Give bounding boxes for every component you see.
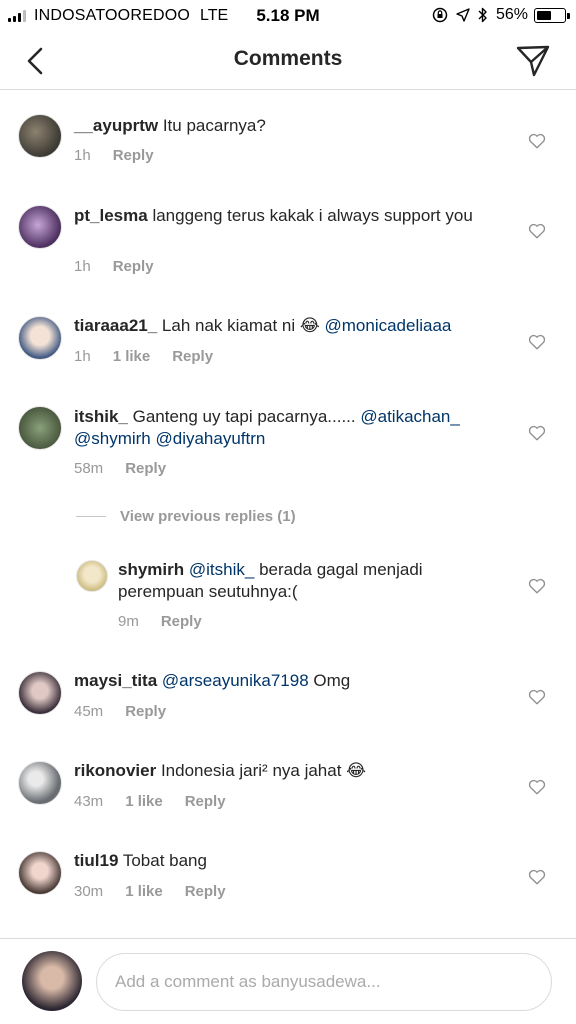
comment-item: pt_lesma langgeng terus kakak i always s… xyxy=(0,178,576,288)
comment-time: 58m xyxy=(74,460,104,477)
heart-icon[interactable] xyxy=(528,577,546,595)
reply-button[interactable]: Reply xyxy=(185,883,226,900)
comment-body: Ganteng uy tapi pacarnya...... xyxy=(132,407,356,426)
comment-body: Indonesia jari² nya jahat 😂 xyxy=(160,761,367,780)
comment-time: 30m xyxy=(74,883,104,900)
comment-time: 1h xyxy=(74,348,91,365)
comment-item: rikonovier Indonesia jari² nya jahat 😂 4… xyxy=(0,740,576,830)
comment-composer xyxy=(0,938,576,1024)
comment-username[interactable]: maysi_tita xyxy=(74,671,157,690)
comment-item: tiaraaa21_ Lah nak kiamat ni 😂 @monicade… xyxy=(0,288,576,378)
comment-item: tiul19 Tobat bang 30m 1 like Reply xyxy=(0,830,576,930)
paper-plane-icon xyxy=(516,45,550,77)
heart-icon[interactable] xyxy=(528,868,546,886)
comment-meta: 1h Reply xyxy=(74,147,176,164)
comment-input[interactable] xyxy=(96,953,552,1011)
comment-mention[interactable]: @monicadeliaaa xyxy=(325,316,452,335)
header: Comments xyxy=(0,32,576,90)
comment-body: Tobat bang xyxy=(122,851,207,870)
comment-text: __ayuprtw Itu pacarnya? xyxy=(74,115,494,137)
reply-button[interactable]: Reply xyxy=(113,147,154,164)
heart-icon[interactable] xyxy=(528,688,546,706)
comment-mention[interactable]: @arseayunika7198 xyxy=(162,671,309,690)
comment-text: shymirh @itshik_ berada gagal menjadi pe… xyxy=(118,559,478,603)
battery-icon xyxy=(534,7,570,23)
comment-username[interactable]: tiaraaa21_ xyxy=(74,316,157,335)
comment-username[interactable]: shymirh xyxy=(118,560,184,579)
comment-item: itshik_ Ganteng uy tapi pacarnya...... @… xyxy=(0,378,576,488)
avatar[interactable] xyxy=(18,761,62,805)
comment-meta: 1h Reply xyxy=(74,258,176,275)
comment-item: maysi_tita @arseayunika7198 Omg 45m Repl… xyxy=(0,650,576,740)
comment-text: tiaraaa21_ Lah nak kiamat ni 😂 @monicade… xyxy=(74,315,494,337)
heart-icon[interactable] xyxy=(528,424,546,442)
battery-percent: 56% xyxy=(495,6,528,23)
comment-username[interactable]: pt_lesma xyxy=(74,206,148,225)
comment-time: 1h xyxy=(74,147,91,164)
view-previous-label[interactable]: View previous replies (1) xyxy=(120,508,296,525)
avatar[interactable] xyxy=(18,114,62,158)
comment-text: rikonovier Indonesia jari² nya jahat 😂 xyxy=(74,760,494,782)
comment-item: __ayuprtw Itu pacarnya? 1h Reply xyxy=(0,90,576,178)
reply-button[interactable]: Reply xyxy=(172,348,213,365)
avatar[interactable] xyxy=(18,205,62,249)
comment-time: 45m xyxy=(74,703,104,720)
comment-meta: 43m 1 like Reply xyxy=(74,793,248,810)
comment-time: 1h xyxy=(74,258,91,275)
comment-username[interactable]: __ayuprtw xyxy=(74,116,158,135)
reply-comment-item: shymirh @itshik_ berada gagal menjadi pe… xyxy=(0,540,576,650)
avatar[interactable] xyxy=(18,671,62,715)
current-user-avatar xyxy=(22,951,82,1011)
comment-meta: 45m Reply xyxy=(74,703,188,720)
comment-meta: 1h 1 like Reply xyxy=(74,348,235,365)
comment-body: Omg xyxy=(313,671,351,690)
comment-meta: 30m 1 like Reply xyxy=(74,883,248,900)
likes-count[interactable]: 1 like xyxy=(125,883,163,900)
comment-time: 9m xyxy=(118,613,139,630)
comment-text: maysi_tita @arseayunika7198 Omg xyxy=(74,670,494,692)
reply-button[interactable]: Reply xyxy=(125,460,166,477)
battery-fill xyxy=(537,10,551,20)
comment-text: itshik_ Ganteng uy tapi pacarnya...... @… xyxy=(74,406,494,450)
comment-body: Lah nak kiamat ni 😂 xyxy=(161,316,320,335)
reply-button[interactable]: Reply xyxy=(161,613,202,630)
location-arrow-icon xyxy=(456,8,470,22)
comment-body: langgeng terus kakak i always support yo… xyxy=(152,206,473,225)
avatar[interactable] xyxy=(18,406,62,450)
comment-meta: 9m Reply xyxy=(118,613,224,630)
bluetooth-icon xyxy=(478,7,488,23)
comment-username[interactable]: itshik_ xyxy=(74,407,128,426)
comment-body: Itu pacarnya? xyxy=(162,116,266,135)
divider-line xyxy=(76,516,106,517)
reply-button[interactable]: Reply xyxy=(125,703,166,720)
avatar[interactable] xyxy=(18,316,62,360)
share-button[interactable] xyxy=(514,42,552,80)
reply-button[interactable]: Reply xyxy=(113,258,154,275)
heart-icon[interactable] xyxy=(528,222,546,240)
comment-username[interactable]: tiul19 xyxy=(74,851,118,870)
comment-username[interactable]: rikonovier xyxy=(74,761,156,780)
comment-time: 43m xyxy=(74,793,104,810)
status-bar: INDOSATOOREDOO LTE 5.18 PM 56% xyxy=(0,0,576,32)
avatar[interactable] xyxy=(76,560,108,592)
comment-mention[interactable]: @itshik_ xyxy=(189,560,254,579)
comment-text: pt_lesma langgeng terus kakak i always s… xyxy=(74,205,494,227)
likes-count[interactable]: 1 like xyxy=(125,793,163,810)
reply-button[interactable]: Reply xyxy=(185,793,226,810)
comment-meta: 58m Reply xyxy=(74,460,188,477)
heart-icon[interactable] xyxy=(528,132,546,150)
heart-icon[interactable] xyxy=(528,333,546,351)
view-previous-replies[interactable]: View previous replies (1) xyxy=(76,508,296,525)
status-right: 56% xyxy=(424,6,570,24)
comment-text: tiul19 Tobat bang xyxy=(74,850,494,872)
heart-icon[interactable] xyxy=(528,778,546,796)
page-title: Comments xyxy=(233,47,343,70)
orientation-lock-icon xyxy=(432,7,448,23)
likes-count[interactable]: 1 like xyxy=(113,348,151,365)
avatar[interactable] xyxy=(18,851,62,895)
